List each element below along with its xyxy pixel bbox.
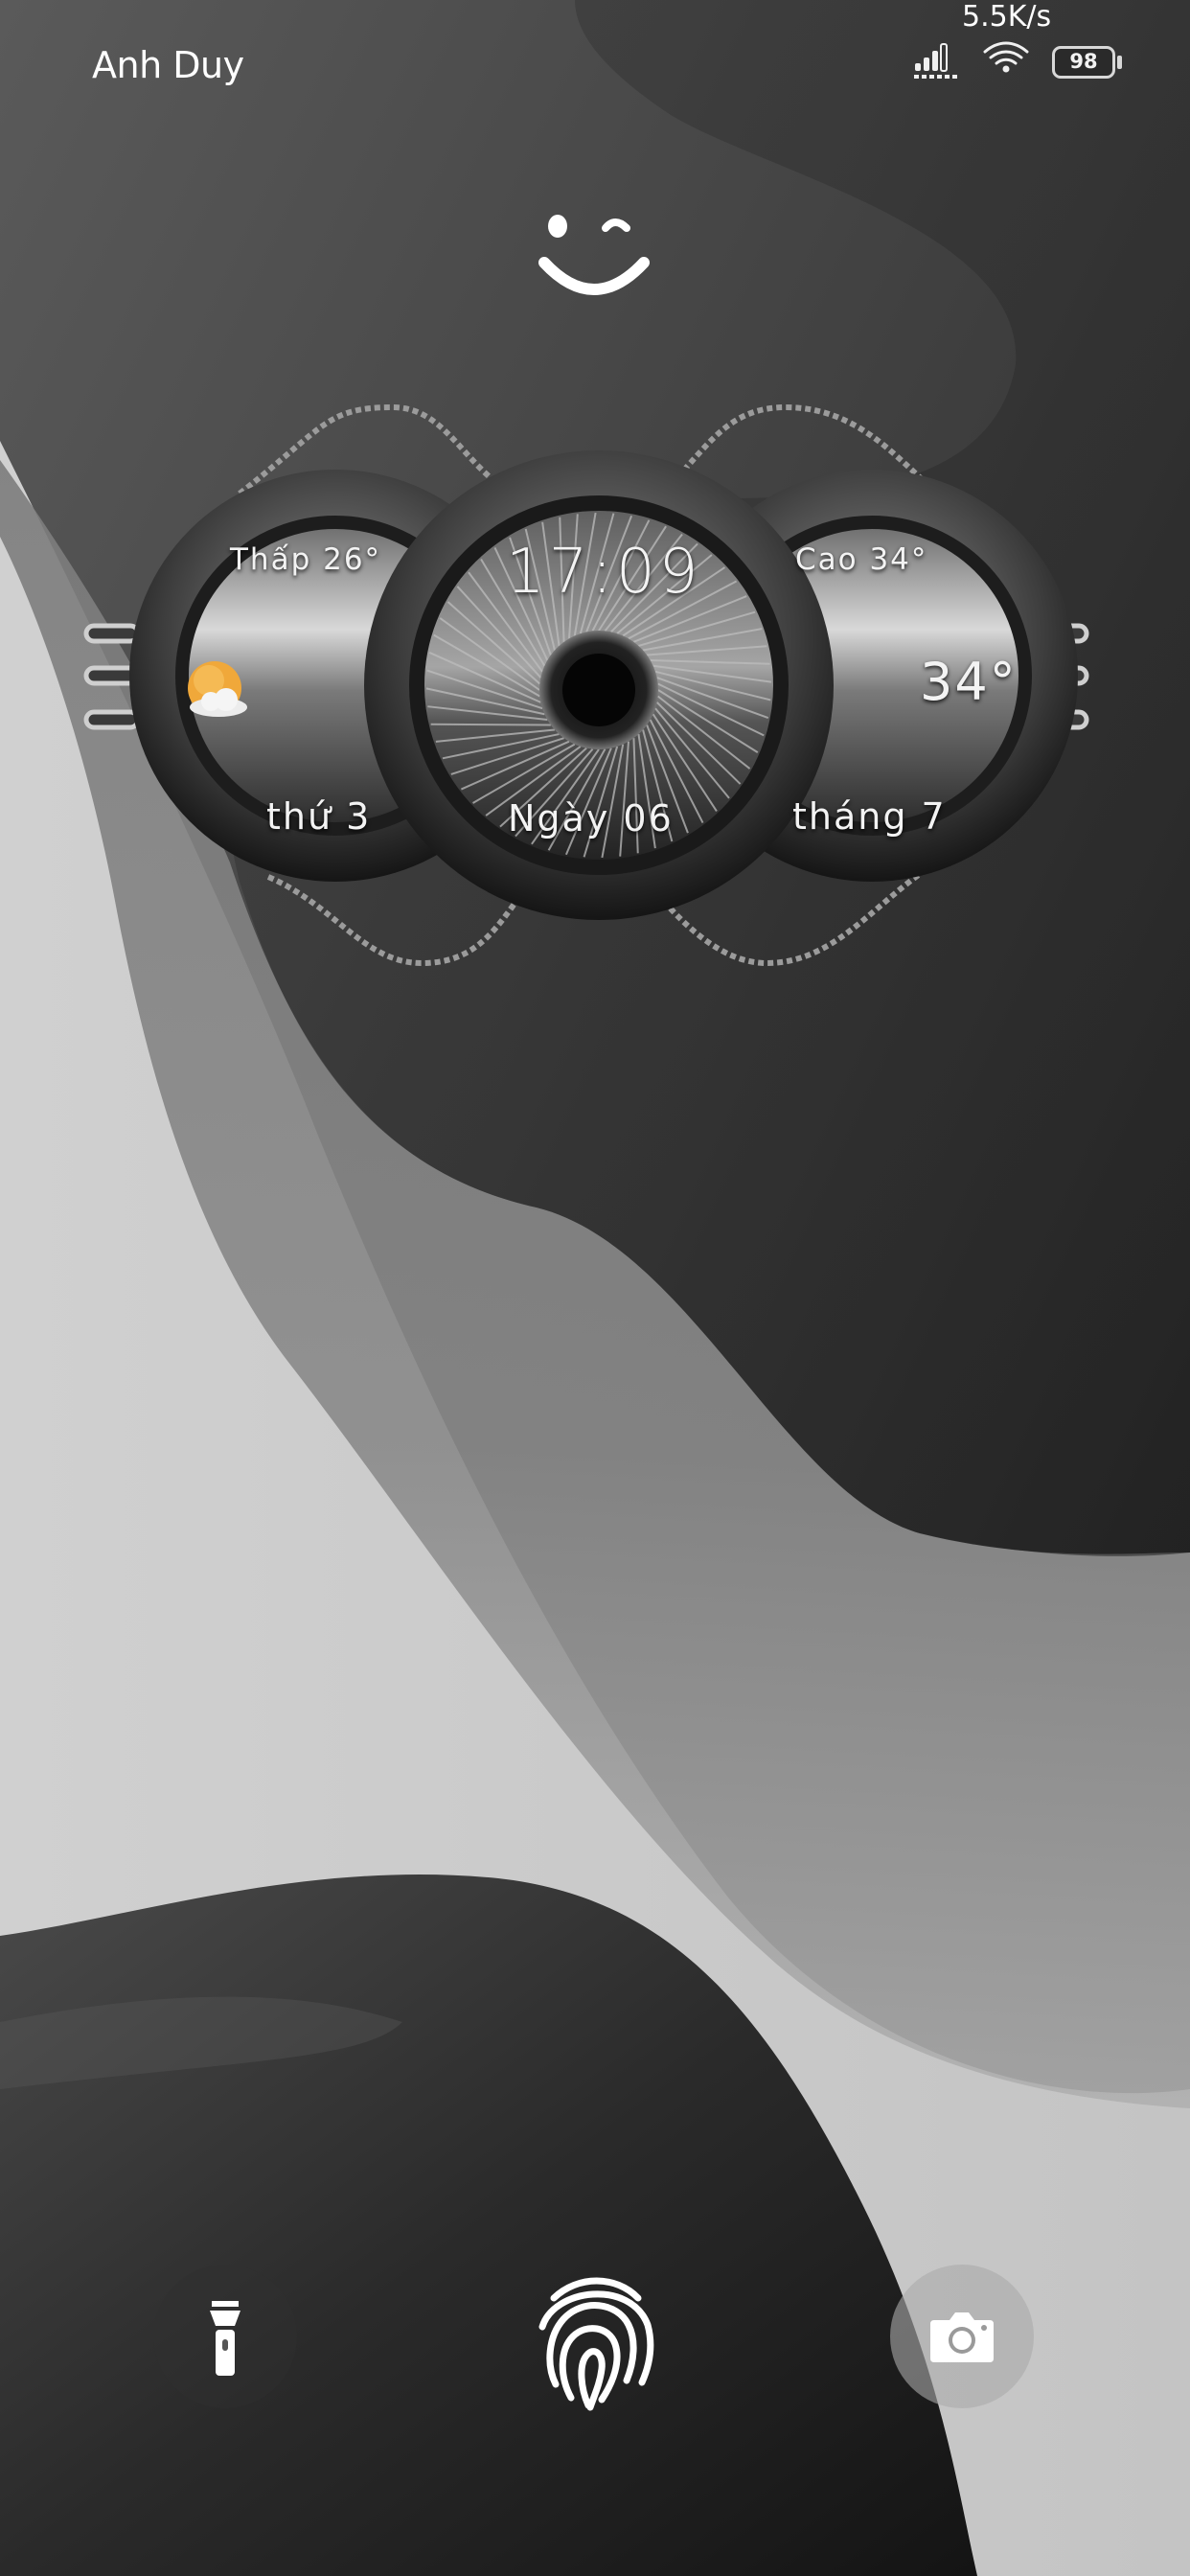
month-label: tháng 7 (792, 795, 947, 838)
weekday-label: thứ 3 (266, 795, 372, 838)
wifi-icon (983, 41, 1029, 73)
flashlight-icon (210, 2301, 240, 2376)
camera-button[interactable] (890, 2265, 1034, 2408)
wallpaper (0, 0, 1190, 2576)
clock-time: 17:09 (506, 537, 702, 608)
battery-icon: 98 (1052, 46, 1125, 82)
status-user-name: Anh Duy (92, 44, 244, 86)
camera-icon (930, 2312, 994, 2362)
fingerprint-icon[interactable] (535, 2269, 655, 2413)
smiley-face-icon[interactable] (537, 211, 652, 307)
day-label: Ngày 06 (508, 797, 674, 840)
flashlight-button[interactable] (153, 2265, 297, 2408)
battery-percent: 98 (1069, 50, 1098, 73)
dial-spoke (430, 723, 551, 726)
low-temperature: Thấp 26° (230, 542, 382, 577)
signal-icon (914, 43, 957, 79)
battery-nub (1117, 56, 1122, 69)
current-temperature: 34° (920, 652, 1018, 712)
high-temperature: Cao 34° (795, 542, 928, 577)
network-speed: 5.5K/s (962, 0, 1052, 34)
partly-cloudy-sun-icon (188, 661, 247, 717)
